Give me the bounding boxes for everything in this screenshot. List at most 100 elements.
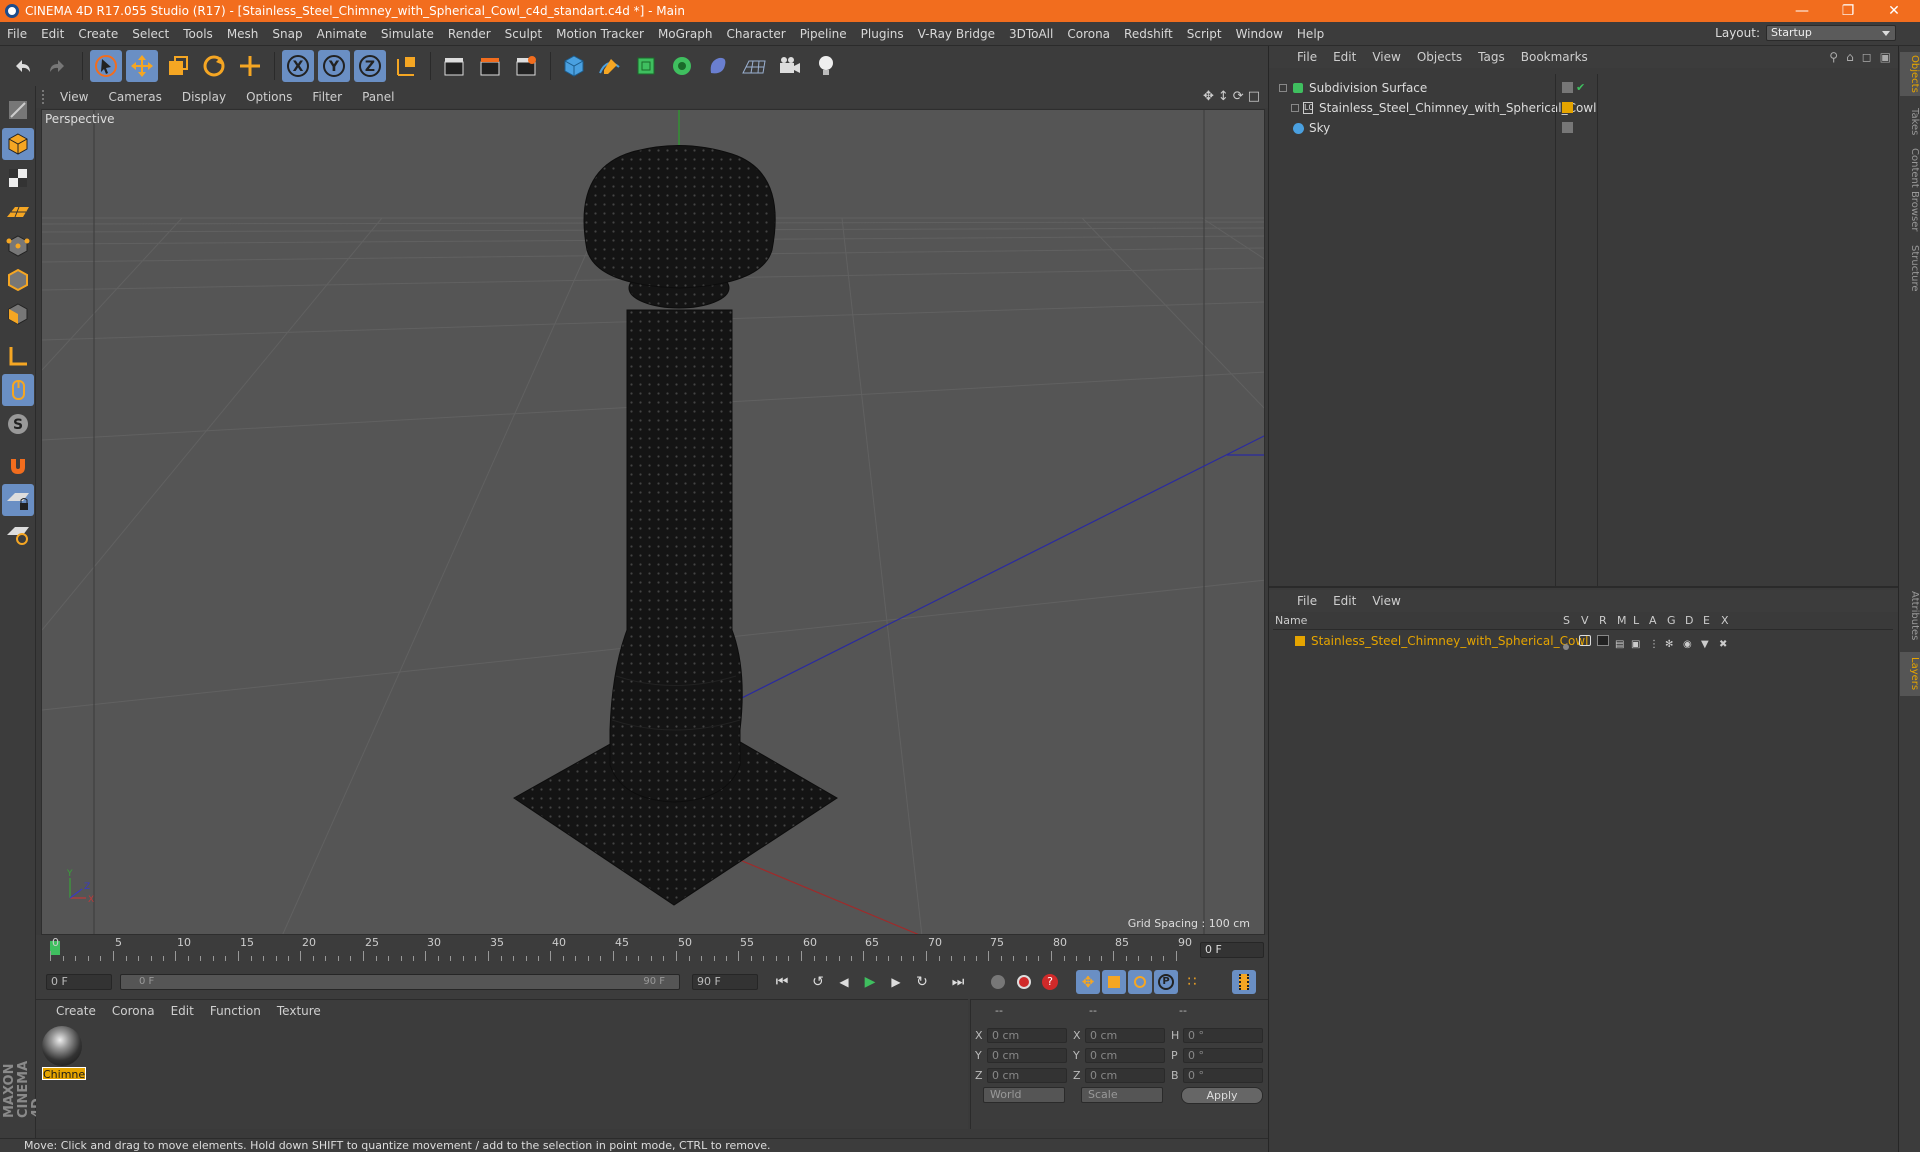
viewport-camera-label[interactable]: Perspective	[45, 112, 115, 126]
object-row-chimney[interactable]: L0 Stainless_Steel_Chimney_with_Spherica…	[1273, 98, 1893, 118]
col-render[interactable]: R	[1599, 614, 1607, 627]
viewport-menu-filter[interactable]: Filter	[302, 90, 352, 104]
layers-menu-file[interactable]: File	[1289, 594, 1325, 608]
menu-select[interactable]: Select	[125, 27, 176, 41]
add-spline-button[interactable]	[594, 50, 626, 82]
menu-redshift[interactable]: Redshift	[1117, 27, 1180, 41]
view-eye-icon[interactable]	[1579, 635, 1591, 646]
generator-icon[interactable]: ✻	[1665, 636, 1673, 654]
start-frame-field[interactable]: 0 F	[46, 974, 112, 990]
viewport-rotate-icon[interactable]: ⟳	[1233, 89, 1244, 104]
polygons-mode-button[interactable]	[2, 298, 34, 330]
object-name[interactable]: Subdivision Surface	[1309, 78, 1427, 98]
objects-menu-tags[interactable]: Tags	[1470, 50, 1513, 64]
col-animation[interactable]: A	[1649, 614, 1657, 627]
rotation-key-button[interactable]	[1128, 970, 1152, 994]
make-editable-button[interactable]	[2, 94, 34, 126]
end-frame-field[interactable]: 90 F	[692, 974, 758, 990]
viewport-zoom-icon[interactable]: ↕	[1218, 89, 1229, 104]
y-axis-lock-button[interactable]: Y	[318, 50, 350, 82]
col-xref[interactable]: X	[1721, 614, 1729, 627]
object-row-sky[interactable]: Sky	[1273, 118, 1893, 138]
current-frame-field[interactable]: 0 F	[1200, 942, 1264, 958]
viewport-menu-view[interactable]: View	[50, 90, 98, 104]
recent-tool-button[interactable]	[234, 50, 266, 82]
rot-p-field[interactable]: 0 °	[1183, 1048, 1263, 1063]
pos-z-field[interactable]: 0 cm	[987, 1068, 1067, 1083]
live-selection-button[interactable]	[90, 50, 122, 82]
col-deformers[interactable]: D	[1685, 614, 1693, 627]
parameter-key-button[interactable]: P	[1154, 970, 1178, 994]
scale-key-button[interactable]	[1102, 970, 1126, 994]
menu-mograph[interactable]: MoGraph	[651, 27, 720, 41]
add-light-button[interactable]	[810, 50, 842, 82]
layers-menu-view[interactable]: View	[1364, 594, 1408, 608]
size-y-field[interactable]: 0 cm	[1085, 1048, 1165, 1063]
menu-script[interactable]: Script	[1180, 27, 1229, 41]
layers-menu-edit[interactable]: Edit	[1325, 594, 1364, 608]
coordinate-space-dropdown[interactable]: World	[983, 1087, 1065, 1103]
menu-mesh[interactable]: Mesh	[220, 27, 266, 41]
layer-color-icon[interactable]	[1562, 102, 1573, 113]
deformer-icon[interactable]: ◉	[1683, 636, 1692, 654]
restore-icon[interactable]: ❐	[1828, 0, 1868, 22]
pos-x-field[interactable]: 0 cm	[987, 1028, 1067, 1043]
col-solo[interactable]: S	[1563, 614, 1570, 627]
x-axis-lock-button[interactable]: X	[282, 50, 314, 82]
solo-mode-button[interactable]: S	[2, 408, 34, 440]
objects-menu-bookmarks[interactable]: Bookmarks	[1513, 50, 1596, 64]
menu-corona[interactable]: Corona	[1060, 27, 1117, 41]
play-button[interactable]: ▶	[858, 970, 882, 994]
expand-toggle-icon[interactable]	[1291, 104, 1299, 112]
locked-workplane-button[interactable]	[2, 484, 34, 516]
col-expressions[interactable]: E	[1703, 614, 1710, 627]
render-clapboard-icon[interactable]	[1597, 635, 1609, 646]
objects-menu-view[interactable]: View	[1364, 50, 1408, 64]
edit-visibility-icon[interactable]	[1562, 122, 1573, 133]
layer-name[interactable]: Stainless_Steel_Chimney_with_Spherical_C…	[1311, 632, 1588, 650]
rot-b-field[interactable]: 0 °	[1183, 1068, 1263, 1083]
material-swatch[interactable]: Chimne	[42, 1026, 86, 1080]
col-locked[interactable]: L	[1633, 614, 1639, 627]
move-tool-button[interactable]	[126, 50, 158, 82]
undo-button[interactable]	[6, 50, 38, 82]
col-generators[interactable]: G	[1667, 614, 1676, 627]
3d-viewport[interactable]: Y X Z Perspective Grid Spacing : 100 cm	[41, 109, 1265, 935]
menu-create[interactable]: Create	[71, 27, 125, 41]
minimize-icon[interactable]: —	[1782, 0, 1822, 22]
objects-menu-edit[interactable]: Edit	[1325, 50, 1364, 64]
menu-edit[interactable]: Edit	[34, 27, 71, 41]
autokey-button[interactable]	[1012, 970, 1036, 994]
add-floor-button[interactable]	[738, 50, 770, 82]
menu-character[interactable]: Character	[719, 27, 792, 41]
apply-button[interactable]: Apply	[1181, 1087, 1263, 1104]
menu-tools[interactable]: Tools	[176, 27, 220, 41]
new-panel-icon[interactable]: ▣	[1880, 50, 1891, 64]
animation-icon[interactable]: ⋮	[1649, 636, 1659, 654]
planar-workplane-button[interactable]	[2, 518, 34, 550]
col-view[interactable]: V	[1581, 614, 1589, 627]
material-menu-function[interactable]: Function	[202, 1004, 269, 1018]
texture-mode-button[interactable]	[2, 162, 34, 194]
add-subdivision-button[interactable]	[630, 50, 662, 82]
go-to-end-button[interactable]: ⏭	[946, 970, 970, 994]
material-menu-edit[interactable]: Edit	[163, 1004, 202, 1018]
menu-3dtoall[interactable]: 3DToAll	[1002, 27, 1060, 41]
material-menu-corona[interactable]: Corona	[104, 1004, 163, 1018]
manager-icon[interactable]: ▤	[1615, 636, 1624, 654]
coordinate-system-button[interactable]	[390, 50, 422, 82]
size-x-field[interactable]: 0 cm	[1085, 1028, 1165, 1043]
edit-visibility-icon[interactable]	[1562, 82, 1573, 93]
tab-layers[interactable]: Layers	[1900, 652, 1920, 696]
close-icon[interactable]: ✕	[1874, 0, 1914, 22]
size-z-field[interactable]: 0 cm	[1085, 1068, 1165, 1083]
tweak-mode-button[interactable]	[2, 374, 34, 406]
scale-tool-button[interactable]	[162, 50, 194, 82]
viewport-maximize-icon[interactable]: □	[1248, 89, 1260, 104]
menu-vray-bridge[interactable]: V-Ray Bridge	[911, 27, 1002, 41]
col-name[interactable]: Name	[1275, 614, 1307, 627]
menu-pipeline[interactable]: Pipeline	[793, 27, 854, 41]
enable-snap-button[interactable]	[2, 450, 34, 482]
previous-frame-button[interactable]: ◀	[832, 970, 856, 994]
tab-takes[interactable]: Takes	[1900, 102, 1920, 142]
